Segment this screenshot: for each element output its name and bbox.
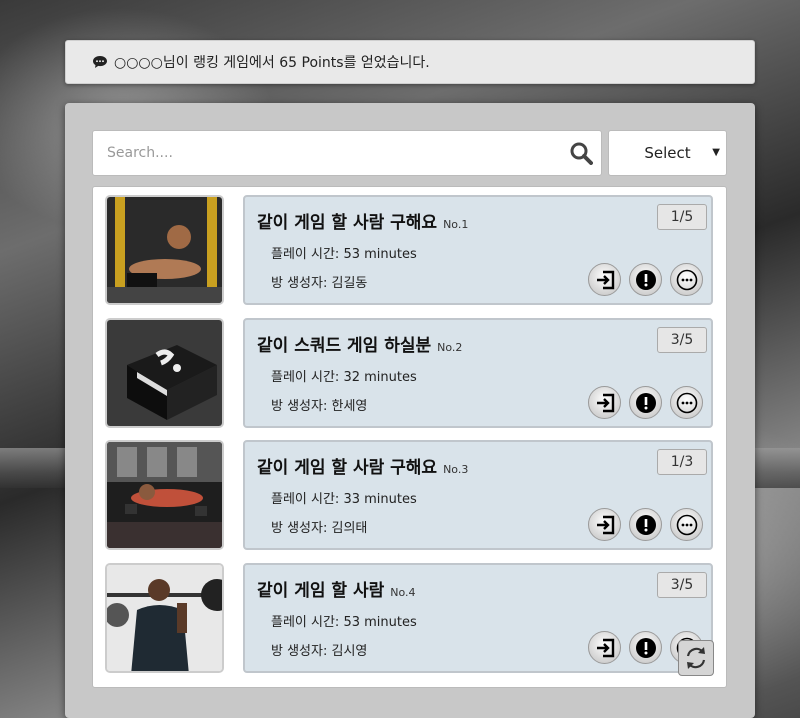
chevron-down-icon: ▼ [712,147,720,158]
room-card[interactable]: 같이 스쿼드 게임 하실분 No.2 3/5 플레이 시간: 32 minutes… [243,318,713,428]
room-thumbnail [105,318,224,428]
room-creator: 방 생성자: 김길동 [271,276,368,291]
report-button[interactable] [629,631,662,664]
enter-button[interactable] [588,263,621,296]
enter-button[interactable] [588,386,621,419]
room-actions [588,386,703,419]
room-thumbnail [105,195,224,305]
room-number: No.2 [437,341,463,354]
more-icon [676,514,697,535]
more-icon [676,269,697,290]
notice-bar: ○○○○님이 랭킹 게임에서 65 Points를 얻었습니다. [65,40,755,84]
play-time: 플레이 시간: 33 minutes [271,492,417,507]
enter-icon [596,393,614,412]
room-creator: 방 생성자: 김의태 [271,521,368,536]
report-button[interactable] [629,263,662,296]
player-count: 3/5 [657,572,707,598]
play-time: 플레이 시간: 53 minutes [271,247,417,262]
search-input[interactable] [93,131,561,175]
enter-button[interactable] [588,508,621,541]
room-panel: Select ▼ 같이 게임 할 사람 구해요No.1 1/5 플레이 시간 [65,103,755,718]
room-title: 같이 게임 할 사람 No.4 [257,581,416,601]
exclamation-icon [635,269,656,290]
player-count: 1/3 [657,449,707,475]
room-card[interactable]: 같이 게임 할 사람 No.4 3/5 플레이 시간: 53 minutes 방 … [243,563,713,673]
select-label: Select [644,144,691,162]
exclamation-icon [635,392,656,413]
player-count: 3/5 [657,327,707,353]
pushup-photo [107,442,222,548]
room-number: No.1 [443,218,469,231]
report-button[interactable] [629,386,662,419]
squat-photo [107,565,222,671]
room-title: 같이 게임 할 사람 구해요 No.3 [257,458,469,478]
room-list[interactable]: 같이 게임 할 사람 구해요 No.1 1/5 플레이 시간: 53 minute… [92,186,727,688]
room-number: No.4 [390,586,416,599]
exclamation-icon [635,514,656,535]
exclamation-icon [635,637,656,658]
search-button[interactable] [561,133,601,173]
list-item: 같이 게임 할 사람 구해요 No.1 1/5 플레이 시간: 53 minute… [93,187,726,305]
player-count: 1/5 [657,204,707,230]
room-thumbnail [105,563,224,673]
more-icon [676,392,697,413]
room-title: 같이 게임 할 사람 구해요 No.1 [257,213,469,233]
room-number: No.3 [443,463,469,476]
enter-button[interactable] [588,631,621,664]
room-actions [588,263,703,296]
enter-icon [596,270,614,289]
notice-text: ○○○○님이 랭킹 게임에서 65 Points를 얻었습니다. [114,55,430,71]
filter-select[interactable]: Select ▼ [608,130,727,176]
list-item: 같이 스쿼드 게임 하실분 No.2 3/5 플레이 시간: 32 minutes… [93,310,726,428]
more-button[interactable] [670,386,703,419]
list-item: 같이 게임 할 사람 구해요 No.3 1/3 플레이 시간: 33 minute… [93,432,726,550]
room-actions [588,508,703,541]
more-button[interactable] [670,263,703,296]
refresh-icon [686,647,706,669]
search-box [92,130,602,176]
box-photo [107,320,222,426]
enter-icon [596,515,614,534]
room-title: 같이 스쿼드 게임 하실분 No.2 [257,336,463,356]
enter-icon [596,638,614,657]
room-creator: 방 생성자: 한세영 [271,399,368,414]
room-card[interactable]: 같이 게임 할 사람 구해요 No.3 1/3 플레이 시간: 33 minute… [243,440,713,550]
search-icon [570,142,593,165]
room-creator: 방 생성자: 김시영 [271,644,368,659]
chat-icon [93,56,107,68]
play-time: 플레이 시간: 53 minutes [271,615,417,630]
room-card[interactable]: 같이 게임 할 사람 구해요 No.1 1/5 플레이 시간: 53 minute… [243,195,713,305]
play-time: 플레이 시간: 32 minutes [271,370,417,385]
report-button[interactable] [629,508,662,541]
refresh-button[interactable] [678,640,714,676]
room-thumbnail [105,440,224,550]
list-item: 같이 게임 할 사람 No.4 3/5 플레이 시간: 53 minutes 방 … [93,555,726,673]
situp-photo [107,197,222,303]
more-button[interactable] [670,508,703,541]
